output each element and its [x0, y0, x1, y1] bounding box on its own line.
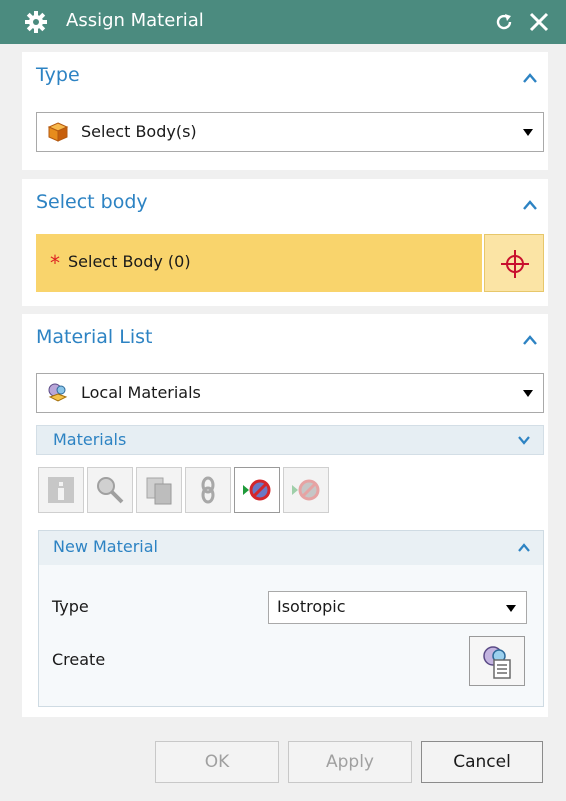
- crosshair-icon: [501, 250, 529, 278]
- materials-subsection-header[interactable]: Materials: [36, 425, 544, 455]
- section-title-select-body: Select body: [36, 191, 148, 213]
- create-label: Create: [52, 650, 106, 669]
- assign-material-icon: [243, 479, 271, 501]
- material-type-value: Isotropic: [277, 597, 346, 616]
- type-dropdown-value: Select Body(s): [81, 122, 197, 141]
- copy-icon: [146, 477, 172, 505]
- local-materials-icon: [48, 383, 68, 402]
- expand-icon: [518, 436, 530, 445]
- dropdown-arrow-icon: [523, 129, 533, 136]
- create-material-button[interactable]: [469, 636, 525, 686]
- remove-material-button[interactable]: [283, 467, 329, 513]
- close-icon[interactable]: [528, 11, 550, 33]
- material-library-dropdown[interactable]: Local Materials: [36, 373, 544, 413]
- new-material-body: [39, 565, 543, 706]
- info-button[interactable]: [38, 467, 84, 513]
- create-material-icon: [483, 646, 511, 679]
- collapse-icon[interactable]: [517, 542, 531, 554]
- apply-button[interactable]: Apply: [288, 741, 412, 783]
- assign-material-button[interactable]: [234, 467, 280, 513]
- select-body-field[interactable]: * Select Body (0): [36, 234, 482, 292]
- title-bar: Assign Material: [0, 0, 566, 44]
- material-library-value: Local Materials: [81, 383, 201, 402]
- info-icon: [48, 477, 74, 503]
- material-type-label: Type: [52, 597, 89, 616]
- collapse-icon[interactable]: [522, 334, 538, 346]
- collapse-icon[interactable]: [522, 72, 538, 84]
- selection-target-button[interactable]: [484, 234, 544, 292]
- type-section: Type Select Body(s): [22, 52, 548, 170]
- gear-icon[interactable]: [24, 10, 48, 34]
- inspect-button[interactable]: [87, 467, 133, 513]
- copy-button[interactable]: [136, 467, 182, 513]
- window-title: Assign Material: [66, 10, 204, 31]
- inspect-icon: [97, 477, 124, 504]
- collapse-icon[interactable]: [522, 199, 538, 211]
- cube-icon: [47, 122, 69, 142]
- section-title-material-list: Material List: [36, 326, 153, 348]
- section-title-type: Type: [36, 64, 80, 86]
- reset-icon[interactable]: [493, 11, 515, 33]
- dropdown-arrow-icon: [523, 390, 533, 397]
- type-dropdown[interactable]: Select Body(s): [36, 112, 544, 152]
- required-mark: *: [50, 251, 60, 275]
- new-material-title: New Material: [53, 537, 158, 556]
- material-type-select[interactable]: Isotropic: [268, 591, 527, 624]
- link-icon: [201, 476, 215, 504]
- cancel-button[interactable]: Cancel: [421, 741, 543, 783]
- dropdown-arrow-icon: [506, 605, 516, 612]
- ok-button[interactable]: OK: [155, 741, 279, 783]
- materials-header-label: Materials: [53, 430, 127, 449]
- link-button[interactable]: [185, 467, 231, 513]
- select-body-label: Select Body (0): [68, 252, 191, 271]
- remove-material-icon: [292, 479, 320, 501]
- select-body-section: Select body * Select Body (0): [22, 179, 548, 306]
